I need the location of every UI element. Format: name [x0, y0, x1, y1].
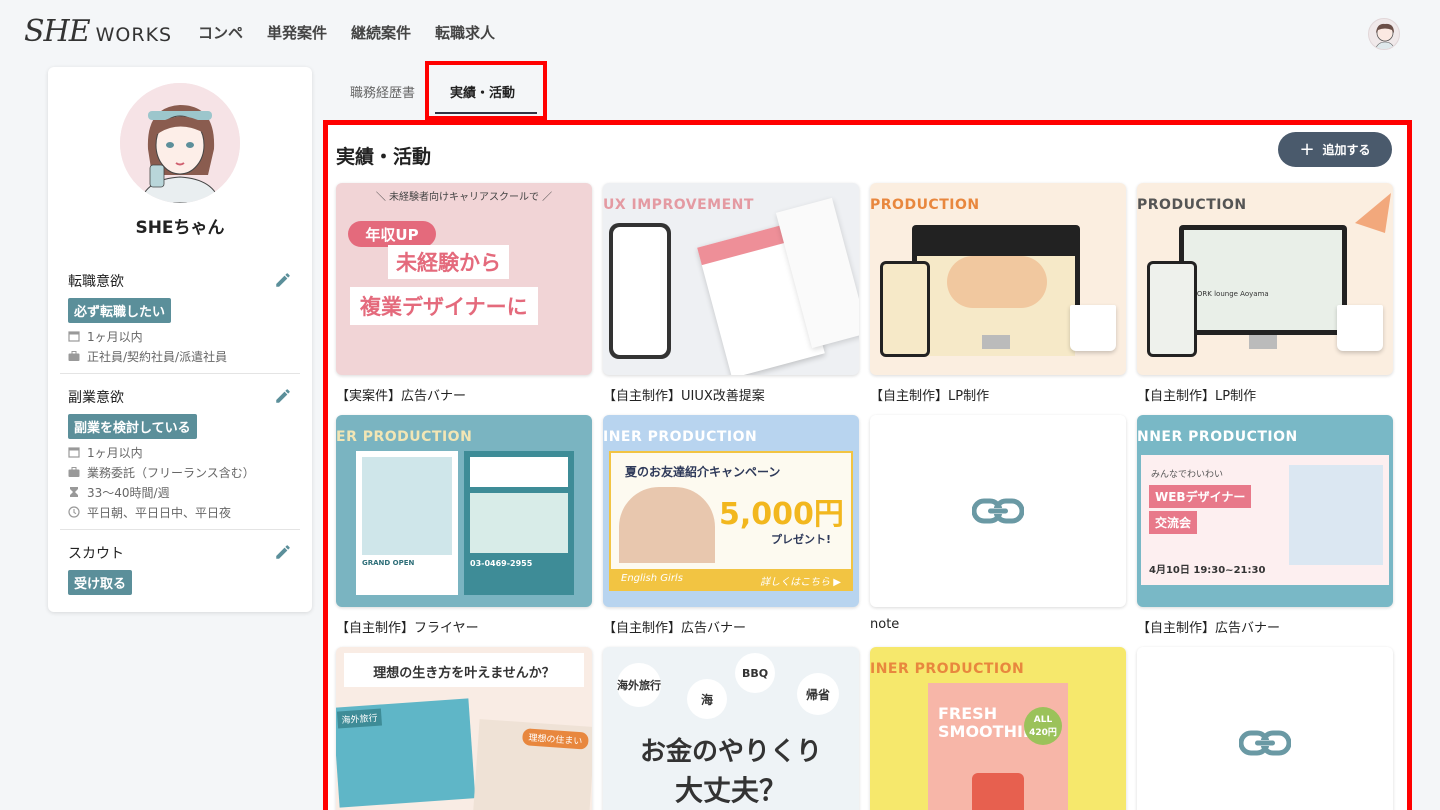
portfolio-card[interactable]: UX IMPROVEMENT 【自主制作】UIUX改善提案 — [603, 183, 859, 404]
she-works-logo[interactable]: SHE WORKS — [24, 14, 172, 49]
card-caption: 【自主制作】LP制作 — [1137, 389, 1257, 404]
tab-resume[interactable]: 職務経歴書 — [350, 82, 415, 101]
logo-works: WORKS — [95, 24, 173, 46]
card-caption: 【自主制作】フライヤー — [336, 621, 479, 636]
profile-sidebar: SHEちゃん 転職意欲 必ず転職したい 1ヶ月以内 正社員/契約社員/派遣社員 … — [48, 67, 312, 612]
card-thumbnail: 海外旅行 海 BBQ 帰省 お金のやりくり 大丈夫？ — [603, 647, 859, 810]
meta-time-slots: 平日朝、平日日中、平日夜 — [68, 505, 292, 520]
phone-mockup — [880, 261, 930, 357]
card-caption: 【自主制作】広告バナー — [1137, 621, 1281, 636]
photo-room: 理想の住まい — [472, 719, 592, 810]
card-thumbnail: PRODUCTION WORK lounge Aoyama — [1137, 183, 1393, 375]
card-thumbnail — [1137, 647, 1393, 810]
main-nav: コンペ 単発案件 継続案件 転職求人 — [198, 22, 519, 43]
portfolio-card[interactable]: INER PRODUCTION FRESH SMOOTHIE ALL 420円 — [870, 647, 1126, 810]
side-job-intent-section: 副業意欲 副業を検討している 1ヶ月以内 業務委託（フリーランス含む） 33〜4… — [68, 387, 292, 520]
photo-people — [619, 487, 715, 563]
desktop-mockup: WORK lounge Aoyama — [1179, 225, 1347, 335]
logo-she: SHE — [24, 14, 91, 49]
profile-name: SHEちゃん — [135, 218, 225, 238]
meta-timing: 1ヶ月以内 — [68, 445, 292, 460]
card-thumbnail: NNER PRODUCTION みんなでわいわい WEBデザイナー 交流会 4月… — [1137, 415, 1393, 607]
card-caption: 【自主制作】LP制作 — [870, 389, 990, 404]
portfolio-card-note[interactable]: note — [870, 415, 1126, 632]
meta-hours: 33〜40時間/週 — [68, 485, 292, 500]
portfolio-card[interactable]: 海外旅行 海 BBQ 帰省 お金のやりくり 大丈夫？ — [603, 647, 859, 810]
meta-employment: 正社員/契約社員/派遣社員 — [68, 349, 292, 364]
user-avatar[interactable] — [1368, 18, 1400, 50]
avatar-illustration-icon — [1375, 23, 1395, 49]
triangle-decoration-icon — [1355, 193, 1391, 233]
divider — [60, 373, 300, 374]
highlight-box-tab — [425, 61, 547, 120]
phone-mockup — [1147, 261, 1197, 357]
portfolio-card-link[interactable] — [1137, 647, 1393, 810]
job-change-intent-section: 転職意欲 必ず転職したい 1ヶ月以内 正社員/契約社員/派遣社員 — [68, 271, 292, 364]
mug — [1337, 305, 1383, 351]
card-thumbnail: INER PRODUCTION FRESH SMOOTHIE ALL 420円 — [870, 647, 1126, 810]
flyer-right: 03-0469-2955 — [464, 451, 574, 595]
meta-contract: 業務委託（フリーランス含む） — [68, 465, 292, 480]
link-icon — [972, 498, 1024, 524]
card-thumbnail: INER PRODUCTION 夏のお友達紹介キャンペーン 5,000円 プレゼ… — [603, 415, 859, 607]
desktop-mockup — [912, 225, 1080, 356]
profile-illustration-icon — [120, 83, 240, 203]
portfolio-card[interactable]: PRODUCTION WORK lounge Aoyama 【自主制作】LP制作 — [1137, 183, 1393, 404]
achievements-panel: 実績・活動 + 追加する ＼ 未経験者向けキャリアスクールで ／ 年収UP 未経… — [323, 120, 1412, 810]
portfolio-card[interactable]: ＼ 未経験者向けキャリアスクールで ／ 年収UP 未経験から 複業デザイナーに … — [336, 183, 592, 404]
card-thumbnail: ＼ 未経験者向けキャリアスクールで ／ 年収UP 未経験から 複業デザイナーに — [336, 183, 592, 375]
card-thumbnail: UX IMPROVEMENT — [603, 183, 859, 375]
photo-people — [1289, 465, 1383, 565]
nav-item-competition[interactable]: コンペ — [198, 22, 243, 43]
top-navigation: SHE WORKS コンペ 単発案件 継続案件 転職求人 — [0, 0, 1440, 66]
section-title: 副業意欲 — [68, 390, 124, 406]
portfolio-card[interactable]: NNER PRODUCTION みんなでわいわい WEBデザイナー 交流会 4月… — [1137, 415, 1393, 636]
status-badge: 副業を検討している — [68, 414, 197, 439]
card-thumbnail: PRODUCTION — [870, 183, 1126, 375]
card-caption: note — [870, 617, 900, 632]
card-caption: 【自主制作】広告バナー — [603, 621, 747, 636]
section-title: スカウト — [68, 546, 124, 562]
nav-item-single-projects[interactable]: 単発案件 — [267, 22, 327, 43]
profile-avatar — [120, 83, 240, 203]
meta-timing: 1ヶ月以内 — [68, 329, 292, 344]
card-thumbnail — [870, 415, 1126, 607]
nav-item-ongoing-projects[interactable]: 継続案件 — [351, 22, 411, 43]
flyer-left: GRAND OPEN — [356, 451, 458, 595]
calendar-icon — [68, 446, 80, 458]
divider — [60, 529, 300, 530]
edit-pencil-icon[interactable] — [274, 387, 292, 405]
card-thumbnail: ER PRODUCTION GRAND OPEN 03-0469-2955 — [336, 415, 592, 607]
banner-image: 夏のお友達紹介キャンペーン 5,000円 プレゼント! English Girl… — [609, 451, 853, 591]
briefcase-icon — [68, 350, 80, 362]
calendar-icon — [68, 330, 80, 342]
hourglass-icon — [68, 486, 80, 498]
banner-image: みんなでわいわい WEBデザイナー 交流会 4月10日 19:30~21:30 — [1141, 455, 1389, 585]
card-thumbnail: 理想の生き方を叶えませんか？ 海外旅行 理想の住まい — [336, 647, 592, 810]
plus-icon: + — [1299, 139, 1315, 160]
smoothie-poster: FRESH SMOOTHIE ALL 420円 — [928, 683, 1068, 810]
status-badge: 受け取る — [68, 570, 133, 595]
portfolio-card[interactable]: ER PRODUCTION GRAND OPEN 03-0469-2955 【自… — [336, 415, 592, 636]
section-title: 転職意欲 — [68, 274, 124, 290]
portfolio-card[interactable]: 理想の生き方を叶えませんか？ 海外旅行 理想の住まい — [336, 647, 592, 810]
nav-item-job-listings[interactable]: 転職求人 — [435, 22, 495, 43]
clock-icon — [68, 506, 80, 518]
mug — [1070, 305, 1116, 351]
briefcase-icon — [68, 466, 80, 478]
card-caption: 【自主制作】UIUX改善提案 — [603, 389, 765, 404]
status-badge: 必ず転職したい — [68, 298, 172, 323]
portfolio-card[interactable]: INER PRODUCTION 夏のお友達紹介キャンペーン 5,000円 プレゼ… — [603, 415, 859, 636]
photo-beach: 海外旅行 — [336, 698, 476, 808]
add-button[interactable]: + 追加する — [1278, 132, 1392, 167]
portfolio-card[interactable]: PRODUCTION 【自主制作】LP制作 — [870, 183, 1126, 404]
scout-section: スカウト 受け取る — [68, 543, 292, 595]
edit-pencil-icon[interactable] — [274, 543, 292, 561]
card-caption: 【実案件】広告バナー — [336, 389, 467, 404]
edit-pencil-icon[interactable] — [274, 271, 292, 289]
phone-mockup — [609, 223, 671, 359]
link-icon — [1239, 730, 1291, 756]
panel-title: 実績・活動 — [336, 146, 432, 168]
